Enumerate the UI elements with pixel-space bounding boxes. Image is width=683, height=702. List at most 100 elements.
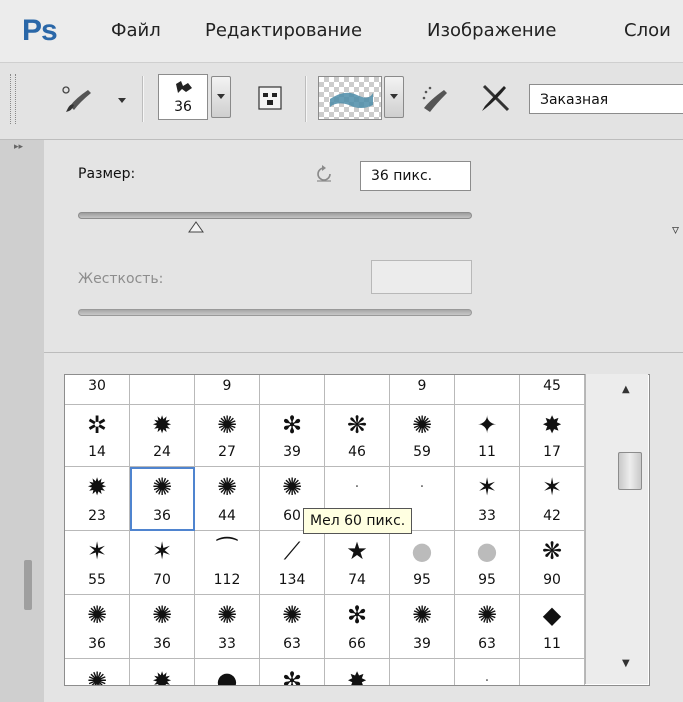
brush-preset-cell[interactable]: ✻ 39 (260, 405, 325, 467)
brush-preset-cell[interactable]: 9 (195, 375, 260, 405)
options-bar-grip[interactable] (10, 74, 16, 124)
brush-preset-cell[interactable]: ❋ 46 (325, 405, 390, 467)
brush-mode-swatch[interactable] (318, 76, 382, 120)
brush-size-label: 63 (478, 636, 496, 652)
brush-size-label: 39 (283, 444, 301, 460)
brush-preset-cell[interactable]: ◆ 11 (520, 595, 585, 659)
brush-preset-cell[interactable]: ✻ 66 (325, 595, 390, 659)
brush-stroke-preview-icon (330, 92, 373, 108)
brush-mode-dropdown[interactable] (384, 76, 404, 118)
brush-tip-icon: ★ (346, 537, 368, 565)
brush-preset-cell[interactable]: ✺ 36 (130, 595, 195, 659)
brush-preset-cell[interactable]: ✲ 14 (65, 405, 130, 467)
brush-preset-cell[interactable]: ⟋ 134 (260, 531, 325, 595)
brush-preset-cell[interactable]: ✹ (130, 659, 195, 685)
brush-tip-icon: ✻ (281, 667, 303, 686)
preset-select[interactable]: Заказная (529, 84, 683, 114)
brush-tip-icon: ✺ (216, 473, 238, 501)
menu-layers[interactable]: Слои (624, 20, 671, 41)
scroll-down-icon[interactable]: ▼ (622, 658, 630, 669)
brush-preset-cell[interactable]: ✦ 11 (455, 405, 520, 467)
brush-preset-cell[interactable]: ✺ 39 (390, 595, 455, 659)
brush-preset-cell[interactable]: 9 (390, 375, 455, 405)
brush-preset-cell[interactable]: ✺ 36 (130, 467, 195, 531)
brush-size-label: 59 (413, 444, 431, 460)
scroll-up-icon[interactable]: ▲ (622, 384, 630, 395)
brush-preset-cell[interactable]: ✶ 33 (455, 467, 520, 531)
brush-panel-toggle[interactable] (255, 83, 285, 113)
brush-preset-cell[interactable]: ✺ 33 (195, 595, 260, 659)
brush-preset-cell[interactable]: ✺ 44 (195, 467, 260, 531)
brush-tip-icon: ● (476, 537, 498, 565)
menu-edit[interactable]: Редактирование (205, 20, 362, 41)
brush-preset-cell[interactable]: ● (195, 659, 260, 685)
size-slider-thumb[interactable] (188, 218, 205, 237)
brush-preset-cell[interactable]: ✶ 42 (520, 467, 585, 531)
brush-preset-cell[interactable]: ✻ (260, 659, 325, 686)
brush-size-label: 9 (222, 378, 232, 394)
tools-strip-tab[interactable] (24, 560, 32, 610)
popup-menu-icon[interactable]: ▿ (672, 222, 679, 238)
brush-size-label: 70 (153, 572, 171, 588)
airbrush-button[interactable] (418, 80, 452, 116)
brush-tip-icon: ✺ (86, 667, 108, 686)
brush-preset-cell[interactable] (325, 375, 390, 405)
brush-preset-cell[interactable]: · (455, 659, 520, 685)
scroll-thumb[interactable] (618, 452, 642, 490)
brush-preset-cell[interactable]: ✶ 55 (65, 531, 130, 595)
brush-tip-icon: ✶ (541, 473, 563, 501)
brush-preset-cell[interactable]: ✺ 36 (65, 595, 130, 659)
brush-preset-picker[interactable]: 36 (158, 74, 208, 120)
brush-preset-cell[interactable]: ✺ 59 (390, 405, 455, 467)
brush-preset-cell[interactable]: ★ 74 (325, 531, 390, 595)
brush-preset-cell[interactable]: ✺ 63 (260, 595, 325, 659)
hardness-slider-track[interactable] (78, 309, 472, 316)
brush-size-label: 36 (153, 636, 171, 652)
brush-tip-icon: ✺ (86, 601, 108, 629)
brush-size-label: 66 (348, 636, 366, 652)
brush-preset-cell[interactable]: 30 (65, 375, 130, 405)
tool-preset-picker[interactable] (58, 80, 102, 116)
brush-preset-cell[interactable]: ✺ (65, 659, 130, 686)
collapse-arrows-icon[interactable]: ▸▸ (14, 142, 23, 152)
tablet-pressure-button[interactable] (476, 80, 516, 116)
photoshop-logo: Ps (22, 14, 58, 47)
brush-grid-scrollbar[interactable]: ▲ ▼ (585, 374, 648, 684)
brush-preset-cell[interactable] (130, 375, 195, 405)
hardness-field[interactable] (371, 260, 472, 294)
brush-preset-cell[interactable]: ✹ 23 (65, 467, 130, 531)
slider-thumb-icon (188, 221, 205, 233)
brush-tip-icon: ✺ (281, 601, 303, 629)
tool-preset-dropdown[interactable] (118, 98, 126, 103)
brush-preset-cell[interactable] (455, 375, 520, 405)
divider (44, 352, 683, 353)
brush-preset-cell[interactable]: 45 (520, 375, 585, 405)
menu-image[interactable]: Изображение (427, 20, 556, 41)
brush-preset-cell[interactable]: ⁀ 112 (195, 531, 260, 595)
brush-tip-icon: ✹ (86, 473, 108, 501)
brush-preset-cell[interactable] (390, 659, 455, 685)
size-slider-track[interactable] (78, 212, 472, 219)
brush-preset-cell[interactable] (260, 375, 325, 405)
brush-size-label: 46 (348, 444, 366, 460)
brush-preset-dropdown[interactable] (211, 76, 231, 118)
hardness-label: Жесткость: (78, 271, 164, 287)
brush-preset-cell[interactable]: ✸ (325, 659, 390, 685)
brush-size-label: 17 (543, 444, 561, 460)
brush-preset-cell[interactable]: ● 95 (390, 531, 455, 595)
brush-preset-cell[interactable] (520, 659, 585, 685)
brush-size-label: 9 (417, 378, 427, 394)
brush-tip-icon: ✺ (216, 411, 238, 439)
brush-preset-cell[interactable]: ✸ 17 (520, 405, 585, 467)
size-field[interactable]: 36 пикс. (360, 161, 471, 191)
menu-file[interactable]: Файл (111, 20, 161, 41)
brush-preset-cell[interactable]: ✺ 63 (455, 595, 520, 659)
brush-preset-cell[interactable]: ✺ 27 (195, 405, 260, 467)
brush-size-label: 55 (88, 572, 106, 588)
brush-preset-cell[interactable]: ✶ 70 (130, 531, 195, 595)
brush-preset-cell[interactable]: ● 95 (455, 531, 520, 595)
brush-preset-cell[interactable]: ❋ 90 (520, 531, 585, 595)
reset-size-button[interactable] (313, 162, 335, 184)
brush-tip-icon: · (354, 479, 360, 495)
brush-preset-cell[interactable]: ✹ 24 (130, 405, 195, 467)
